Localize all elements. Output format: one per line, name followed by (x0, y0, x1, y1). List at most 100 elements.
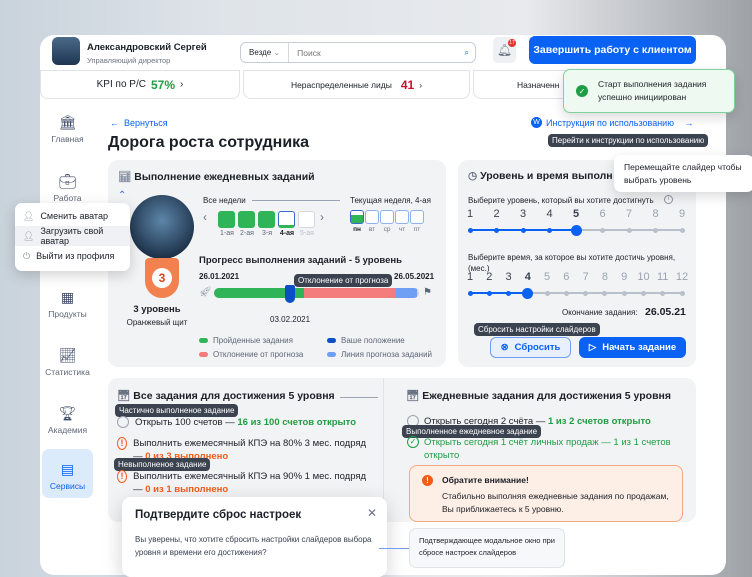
start-task-button[interactable]: ▷ Начать задание (579, 337, 686, 358)
slider-dot[interactable] (547, 227, 552, 233)
avatar[interactable] (52, 37, 80, 65)
task-text: Открыть сегодня 1 счёт личных продаж — 1… (424, 437, 671, 461)
info-icon[interactable]: i (664, 195, 673, 204)
sidebar-item-work[interactable]: 💼︎ Работа (40, 173, 95, 203)
calendar-icon: 📅︎ (406, 390, 420, 402)
current-date: 03.02.2021 (270, 315, 311, 324)
attention-alert: ! Обратите внимание! Стабильно выполняя … (409, 465, 683, 522)
slider-dot[interactable] (467, 227, 473, 233)
user-role: Управляющий директор (87, 56, 171, 65)
day-4: чт (395, 210, 409, 233)
search-bar[interactable]: Везде ⌄ ⌕ (240, 42, 476, 63)
menu-label: Сменить аватар (40, 211, 108, 221)
finish-client-button[interactable]: Завершить работу с клиентом (529, 36, 696, 64)
sidebar-item-products[interactable]: ▦ Продукты (40, 289, 95, 319)
slider-dot[interactable] (660, 290, 666, 296)
progress-title: Прогресс выполнения заданий - 5 уровень (199, 255, 402, 266)
day-label: ср (383, 226, 391, 233)
slider-dot[interactable] (602, 290, 608, 296)
slider-dot[interactable] (520, 227, 526, 233)
week-label: 3-я (261, 230, 272, 237)
menu-logout[interactable]: ⏻ Выйти из профиля (15, 246, 130, 266)
slider-dot[interactable] (640, 290, 646, 296)
arrow-line (340, 397, 378, 398)
chevron-up-icon[interactable]: ⌃ (118, 190, 126, 201)
day-label: пт (413, 226, 421, 233)
character-avatar (130, 195, 194, 259)
month-slider[interactable]: 1 2 3 4 5 6 7 8 9 10 11 12 (466, 271, 688, 301)
reset-button[interactable]: ⊗ Сбросить (490, 337, 571, 358)
week-2[interactable]: 2-ая (238, 211, 256, 237)
scope-label: Везде (249, 48, 272, 57)
modal-title: Подтвердите сброс настроек (135, 509, 302, 521)
slider-dot[interactable] (467, 290, 473, 296)
week-1[interactable]: 1-ая (218, 211, 236, 237)
current-week-label: Текущая неделя, 4-ая (350, 196, 431, 205)
reset-label: Сбросить (514, 342, 561, 353)
kpi-value: 57% (150, 77, 175, 92)
nav-label: Работа (53, 193, 82, 203)
week-5[interactable]: 5-ая (298, 211, 316, 237)
slider-tooltip: Перемещайте слайдер чтобы выбрать уровен… (614, 155, 752, 192)
slider-dot[interactable] (653, 227, 658, 233)
shield-badge: 3 (145, 258, 179, 298)
partial-circle-icon (117, 416, 129, 428)
close-icon[interactable]: ✕ (367, 506, 377, 520)
title-text: Выполнение ежедневных заданий (134, 171, 315, 183)
search-icon[interactable]: ⌕ (465, 48, 475, 58)
task-text: Открыть 100 счетов — (135, 417, 238, 428)
chevron-right-icon: › (180, 79, 184, 90)
day-5: пт (410, 210, 424, 233)
week-3[interactable]: 3-я (258, 211, 276, 237)
legend-item: Пройденные задания (199, 336, 327, 345)
slider-dot[interactable] (626, 227, 632, 233)
progress-tooltip: Отклонение от прогноза (294, 274, 393, 287)
level-label: 3 уровень (133, 304, 181, 315)
slider-thumb[interactable] (570, 224, 582, 236)
kpi-card[interactable]: KPI по Р/С 57% › (40, 70, 240, 99)
legend-label: Отклонение от прогноза (213, 350, 304, 359)
prev-week-button[interactable]: ‹ (203, 210, 207, 224)
sidebar-item-stats[interactable]: 📈︎ Статистика (40, 347, 95, 377)
legend-label: Линия прогноза заданий (341, 350, 433, 359)
slider-tick-label: 9 (621, 271, 628, 283)
start-date: 26.01.2021 (199, 272, 240, 281)
slider-thumb[interactable] (522, 287, 534, 299)
slider-tick-label: 6 (599, 208, 606, 220)
slider-dot[interactable] (621, 290, 627, 296)
search-input[interactable] (289, 47, 465, 58)
sidebar-item-services[interactable]: ▤ Сервисы (42, 449, 93, 498)
week-4[interactable]: 4-ая (278, 211, 296, 237)
slider-dot[interactable] (494, 227, 499, 233)
slider-dot[interactable] (486, 290, 492, 296)
day-label: вт (368, 226, 376, 233)
progress-deviation (304, 288, 397, 298)
start-label: Начать задание (602, 342, 677, 353)
flag-icon: ⚑ (423, 287, 432, 298)
slider-dot[interactable] (679, 290, 685, 296)
task-item: Открыть 100 счетов — 16 из 100 счетов от… (117, 416, 356, 429)
slider-dot[interactable] (506, 290, 512, 296)
slider-dot[interactable] (544, 290, 550, 296)
user-icon: 👤︎ (23, 210, 35, 221)
slider-tick-label: 3 (519, 208, 527, 220)
position-marker[interactable] (285, 285, 295, 303)
slider-dot[interactable] (563, 290, 569, 296)
sidebar-item-academy[interactable]: 🏆︎ Академия (40, 405, 95, 435)
menu-change-avatar[interactable]: 👤︎ Сменить аватар (15, 206, 130, 226)
chart-icon: 📈︎ (58, 347, 77, 363)
slider-dot[interactable] (600, 227, 605, 233)
instruction-link[interactable]: W Инструкция по использованию → (531, 117, 693, 128)
end-date: 26.05.2021 (394, 272, 435, 281)
next-week-button[interactable]: › (320, 210, 324, 224)
slider-dot[interactable] (679, 227, 685, 233)
sidebar-item-home[interactable]: 🏛︎ Главная (40, 114, 95, 144)
level-slider[interactable]: 1 2 3 4 5 6 7 8 9 (466, 208, 686, 238)
level-number: 3 (152, 268, 172, 288)
bar-chart-icon: 📊︎ (118, 171, 132, 183)
leads-card[interactable]: Нераспределенные лиды 41 › (243, 70, 470, 99)
back-link[interactable]: ← Вернуться (110, 118, 168, 128)
menu-upload-avatar[interactable]: 👤︎ Загрузить свой аватар (15, 226, 130, 246)
search-scope-select[interactable]: Везде ⌄ (241, 43, 290, 62)
slider-dot[interactable] (583, 290, 589, 296)
